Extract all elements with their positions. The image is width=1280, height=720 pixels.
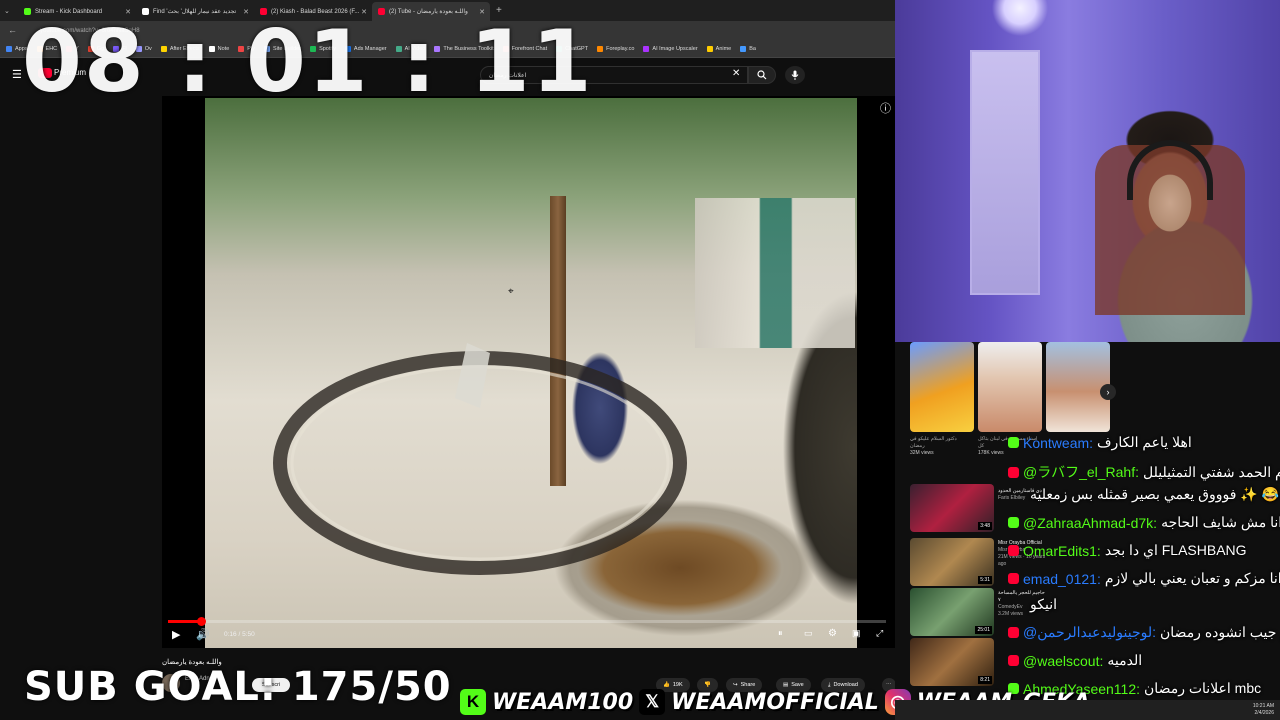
related-thumbnail-2[interactable]: 5:31 (910, 538, 994, 586)
chat-username: emad_0121: (1023, 570, 1101, 587)
chat-text: اعلانات رمضان mbc (1144, 680, 1262, 696)
chat-username: OmarEdits1: (1023, 542, 1101, 559)
miniplayer-icon[interactable]: ▣ (852, 628, 861, 639)
chat-username: @waelscout: (1023, 652, 1104, 669)
related-thumbnail-1[interactable]: 3:48 (910, 484, 994, 532)
chat-text: اهلا ياعم الكارف (1097, 434, 1192, 450)
social-x: WEAAMOFFICIAL (671, 689, 879, 715)
kick-icon: K (460, 689, 486, 715)
chat-message: Kontweam: اهلا ياعم الكارف (1008, 434, 1192, 451)
short-meta-1: دكتور السلام عليكو في رمضان 32M views (910, 436, 957, 456)
chat-username: @لوجينوليدعبدالرحمن: (1023, 624, 1156, 640)
chat-message: @لوجينوليدعبدالرحمن:ونام جيب انشوده رمضا… (1008, 624, 1280, 641)
chat-message: انيكو (1030, 596, 1057, 613)
info-icon[interactable]: ⓘ (880, 100, 891, 116)
chat-text: اي دا بجد FLASHBANG (1104, 542, 1247, 558)
short-thumbnail-1[interactable] (910, 342, 974, 432)
player-controls: ▶ 🔊 0:16 / 5:50 ⏸ ▭ ⚙ ▣ ⤢ (168, 626, 886, 646)
menu-icon[interactable]: ☰ (12, 68, 22, 81)
bookmark-icon (643, 46, 650, 52)
chat-platform-icon (1008, 573, 1019, 584)
chat-platform-icon (1008, 437, 1019, 448)
video-scene-tray (273, 343, 687, 575)
tab-list-icon[interactable]: ⌄ (4, 7, 14, 15)
webcam-door (970, 50, 1040, 295)
sub-goal: SUB GOAL: 175/50 (24, 664, 452, 710)
play-icon[interactable]: ▶ (172, 628, 180, 641)
volume-icon[interactable]: 🔊 (196, 628, 210, 641)
stream-timer: 08 : 01 : 11 (22, 12, 594, 112)
clear-search-icon[interactable]: ✕ (732, 68, 740, 79)
chat-username: @ZahraaAhmad-d7k: (1023, 514, 1158, 531)
chat-platform-icon (1008, 545, 1019, 556)
chat-message: emad_0121:ياخي انا مزكم و تعبان يعني بال… (1008, 570, 1280, 587)
bookmark-item[interactable]: Foreplay.co (597, 46, 634, 52)
shorts-next-button[interactable]: › (1100, 384, 1116, 400)
chat-text: ياخي انا مزكم و تعبان يعني بالي لازم (1104, 570, 1280, 586)
short-thumbnail-2[interactable] (978, 342, 1042, 432)
chat-platform-icon (1008, 466, 1019, 478)
related-thumbnail-4[interactable]: 8:21 (910, 638, 994, 686)
mouse-cursor-icon: ⌖ (508, 286, 514, 297)
webcam-feed (895, 0, 1280, 342)
chat-platform-icon (1008, 627, 1019, 638)
time-display: 0:16 / 5:50 (224, 631, 255, 638)
taskbar-clock: 10:21 AM 2/4/2026 (1252, 703, 1274, 716)
autoplay-toggle-icon[interactable]: ⏸ (778, 628, 783, 639)
bookmark-icon (6, 46, 12, 52)
search-icon (757, 70, 767, 80)
chat-text: ونام جيب انشوده رمضان (1160, 624, 1280, 640)
chat-message: @ラバフ_el_Rahf:يدوم الحمد شفتي التمثيليلل (1008, 462, 1280, 482)
video-frame[interactable] (205, 98, 857, 648)
taskbar: 10:21 AM 2/4/2026 (895, 700, 1280, 720)
chat-message: OmarEdits1: اي دا بجد FLASHBANG (1008, 542, 1247, 559)
social-kick: WEAAM100 (492, 689, 634, 715)
back-arrow-icon[interactable]: ← (8, 25, 17, 35)
bookmark-item[interactable]: AI Image Upscaler (643, 46, 698, 52)
chat-text: انا مش شايف الحاجه (1161, 514, 1280, 530)
progress-bar[interactable] (168, 617, 886, 626)
chat-message: فوووق يعمي بصير قمثله بس زمعليه ✨ 😂 😭 (1030, 486, 1280, 503)
voice-search-button[interactable] (785, 66, 805, 84)
fullscreen-icon[interactable]: ⤢ (876, 628, 883, 639)
scrubber-handle[interactable] (197, 617, 207, 626)
settings-gear-icon[interactable]: ⚙ (828, 628, 837, 639)
chat-message: @ZahraaAhmad-d7k: انا مش شايف الحاجه (1008, 514, 1280, 531)
chevron-right-icon: › (1106, 387, 1110, 397)
search-button[interactable] (748, 66, 776, 84)
bookmark-icon (706, 46, 713, 52)
bookmark-icon (597, 46, 604, 52)
microphone-icon (791, 70, 799, 80)
chat-text: الدميه (1107, 652, 1143, 668)
x-icon: 𝕏 (639, 689, 666, 715)
subtitles-icon[interactable]: ▭ (804, 628, 813, 639)
chat-text: فوووق يعمي بصير قمثله بس زمعليه ✨ 😂 😭 (1030, 486, 1280, 502)
related-thumbnail-3[interactable]: 25:01 (910, 588, 994, 636)
chat-text: انيكو (1030, 596, 1057, 612)
chat-username: @ラバフ_el_Rahf: (1023, 464, 1140, 480)
bookmark-icon (740, 46, 747, 52)
chat-message: @waelscout: الدميه (1008, 652, 1142, 669)
chat-text: يدوم الحمد شفتي التمثيليلل (1143, 463, 1280, 480)
bookmark-item[interactable]: Ba (740, 46, 756, 52)
bookmark-item[interactable]: Anime (706, 46, 731, 52)
chat-platform-icon (1008, 655, 1019, 666)
chat-username: Kontweam: (1023, 434, 1094, 451)
chat-platform-icon (1008, 517, 1019, 528)
